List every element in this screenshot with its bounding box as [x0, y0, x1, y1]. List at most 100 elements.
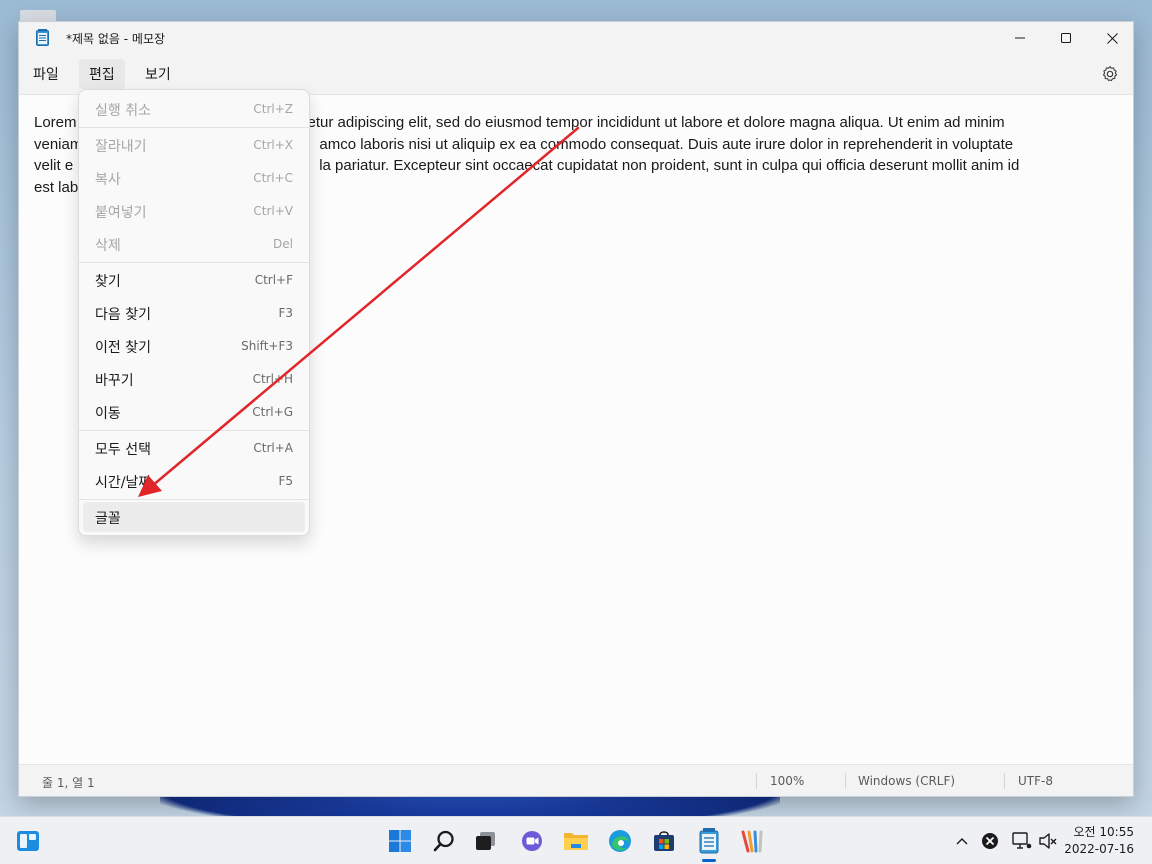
menu-separator — [79, 127, 309, 128]
start-icon — [389, 830, 411, 852]
task-view-button[interactable] — [470, 825, 502, 857]
menu-item-time-date[interactable]: 시간/날짜 F5 — [83, 466, 305, 496]
menu-item-select-all[interactable]: 모두 선택 Ctrl+A — [83, 433, 305, 463]
menu-item-go-to[interactable]: 이동 Ctrl+G — [83, 397, 305, 427]
menu-item-shortcut: Shift+F3 — [241, 339, 293, 353]
store-button[interactable] — [648, 825, 680, 857]
close-button[interactable] — [1089, 22, 1135, 54]
menu-item-shortcut: Del — [273, 237, 293, 251]
menu-item-label: 잘라내기 — [95, 139, 147, 155]
menu-item-label: 글꼴 — [95, 511, 121, 527]
text-line-fragment: veniam — [34, 135, 83, 153]
menu-item-undo[interactable]: 실행 취소 Ctrl+Z — [83, 94, 305, 124]
menu-item-label: 시간/날짜 — [95, 475, 152, 491]
clock-date: 2022-07-16 — [1064, 842, 1134, 856]
menu-item-label: 다음 찾기 — [95, 307, 151, 323]
menu-item-label: 복사 — [95, 172, 121, 188]
show-hidden-icons-button[interactable] — [948, 825, 976, 857]
close-icon — [1106, 32, 1118, 44]
menu-item-shortcut: Ctrl+G — [252, 405, 293, 419]
menu-item-shortcut: Ctrl+X — [253, 138, 293, 152]
menu-item-cut[interactable]: 잘라내기 Ctrl+X — [83, 130, 305, 160]
network-button[interactable] — [1008, 825, 1036, 857]
edge-icon — [609, 830, 631, 852]
network-icon — [1012, 832, 1032, 849]
active-app-indicator — [702, 859, 716, 862]
tray-app-button[interactable] — [976, 825, 1004, 857]
text-line: amco laboris nisi ut aliquip ex ea commo… — [319, 135, 1014, 153]
maximize-button[interactable] — [1043, 22, 1089, 54]
menu-item-shortcut: F3 — [278, 306, 293, 320]
notepad-icon — [699, 828, 719, 854]
menu-separator — [79, 499, 309, 500]
menu-item-font[interactable]: 글꼴 — [83, 502, 305, 532]
menu-item-find[interactable]: 찾기 Ctrl+F — [83, 265, 305, 295]
menu-separator — [79, 430, 309, 431]
menu-item-find-next[interactable]: 다음 찾기 F3 — [83, 298, 305, 328]
menu-edit[interactable]: 편집 — [79, 59, 125, 89]
menu-item-shortcut: F5 — [278, 474, 293, 488]
menu-item-find-previous[interactable]: 이전 찾기 Shift+F3 — [83, 331, 305, 361]
task-view-icon — [476, 832, 495, 850]
search-button[interactable] — [428, 825, 460, 857]
search-icon — [433, 830, 454, 852]
menu-item-label: 삭제 — [95, 238, 121, 254]
encoding[interactable]: UTF-8 — [1018, 774, 1053, 788]
notepad-taskbar-button[interactable] — [693, 825, 725, 857]
title-bar[interactable]: *제목 없음 - 메모장 — [19, 22, 1133, 54]
menu-item-delete[interactable]: 삭제 Del — [83, 229, 305, 259]
menu-item-label: 실행 취소 — [95, 103, 151, 119]
widgets-icon — [17, 831, 39, 851]
edit-menu-dropdown: 실행 취소 Ctrl+Z 잘라내기 Ctrl+X 복사 Ctrl+C 붙여넣기 … — [78, 89, 310, 536]
file-explorer-button[interactable] — [560, 825, 592, 857]
menu-item-shortcut: Ctrl+A — [253, 441, 293, 455]
menu-item-shortcut: Ctrl+Z — [253, 102, 293, 116]
chat-button[interactable] — [516, 825, 548, 857]
menu-item-shortcut: Ctrl+C — [253, 171, 293, 185]
x-circle-icon — [982, 833, 998, 849]
widgets-button[interactable] — [12, 825, 44, 857]
menu-file[interactable]: 파일 — [23, 59, 69, 89]
line-ending[interactable]: Windows (CRLF) — [858, 774, 955, 788]
clock-time: 오전 10:55 — [1073, 825, 1134, 839]
edge-button[interactable] — [604, 825, 636, 857]
store-icon — [654, 831, 674, 851]
menu-item-paste[interactable]: 붙여넣기 Ctrl+V — [83, 196, 305, 226]
text-line: etur adipiscing elit, sed do eiusmod tem… — [307, 114, 1005, 131]
menu-item-replace[interactable]: 바꾸기 Ctrl+H — [83, 364, 305, 394]
clock[interactable]: 오전 10:55 2022-07-16 — [1064, 824, 1134, 858]
menu-item-shortcut: Ctrl+V — [253, 204, 293, 218]
menu-item-label: 모두 선택 — [95, 442, 151, 458]
chevron-up-icon — [956, 838, 968, 845]
text-line-fragment: est lab — [34, 178, 79, 196]
menu-item-label: 바꾸기 — [95, 373, 134, 389]
menu-item-copy[interactable]: 복사 Ctrl+C — [83, 163, 305, 193]
menu-item-label: 이전 찾기 — [95, 340, 151, 356]
menu-separator — [79, 262, 309, 263]
menu-item-label: 이동 — [95, 406, 121, 422]
gear-icon[interactable] — [1101, 65, 1119, 83]
menu-item-shortcut: Ctrl+F — [254, 273, 293, 287]
zoom-level[interactable]: 100% — [770, 774, 804, 788]
chat-icon — [522, 831, 542, 851]
status-divider — [1004, 773, 1005, 789]
menu-view[interactable]: 보기 — [135, 59, 181, 89]
text-line-fragment: Lorem — [34, 114, 77, 131]
menu-item-shortcut: Ctrl+H — [252, 372, 293, 386]
status-divider — [845, 773, 846, 789]
file-explorer-icon — [564, 833, 588, 850]
menu-item-label: 찾기 — [95, 274, 121, 290]
start-button[interactable] — [384, 825, 416, 857]
menu-bar: 파일 편집 보기 — [19, 54, 1133, 94]
status-divider — [756, 773, 757, 789]
menu-item-label: 붙여넣기 — [95, 205, 147, 221]
minimize-icon — [1015, 37, 1025, 39]
paint-app-icon — [741, 830, 763, 853]
taskbar: 오전 10:55 2022-07-16 — [0, 816, 1152, 864]
maximize-icon — [1061, 33, 1071, 43]
text-line-fragment: velit e — [34, 157, 74, 174]
window-title: *제목 없음 - 메모장 — [66, 32, 166, 46]
minimize-button[interactable] — [997, 22, 1043, 54]
volume-button[interactable] — [1034, 825, 1062, 857]
paint-app-button[interactable] — [737, 825, 769, 857]
